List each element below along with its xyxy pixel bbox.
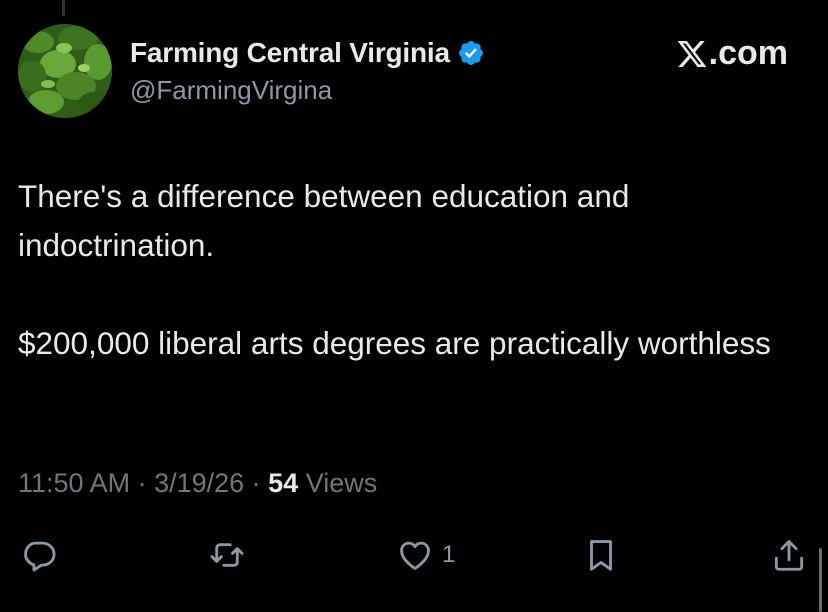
x-logo-icon <box>677 40 707 67</box>
scrollbar[interactable] <box>819 548 822 612</box>
author-display-name[interactable]: Farming Central Virginia <box>130 37 450 69</box>
retweet-button[interactable] <box>208 536 246 574</box>
name-row: Farming Central Virginia <box>130 36 485 70</box>
bookmark-button[interactable] <box>582 536 620 574</box>
share-icon <box>774 540 804 571</box>
tweet-body: There's a difference between education a… <box>18 172 808 368</box>
tweet-date[interactable]: 3/19/26 <box>154 468 244 498</box>
heart-icon <box>400 541 430 570</box>
tweet-meta: 11:50 AM · 3/19/26 · 54 Views <box>18 468 377 499</box>
tweet-paragraph: There's a difference between education a… <box>18 178 630 263</box>
views-label[interactable]: Views <box>298 468 378 498</box>
meta-separator: · <box>244 468 269 498</box>
verified-badge-icon[interactable] <box>457 39 485 67</box>
brand-domain-label: .com <box>708 34 788 72</box>
like-button[interactable]: 1 <box>396 536 455 574</box>
tweet-paragraph: $200,000 liberal arts degrees are practi… <box>18 325 771 361</box>
brand-watermark: .com <box>676 34 788 73</box>
retweet-icon <box>210 543 244 567</box>
avatar-image <box>18 24 112 118</box>
author-handle[interactable]: @FarmingVirgina <box>130 75 485 106</box>
thread-connector-line <box>62 0 65 16</box>
like-count: 1 <box>442 541 456 568</box>
avatar[interactable] <box>18 24 112 118</box>
reply-icon <box>24 541 56 572</box>
share-button[interactable] <box>770 536 808 574</box>
reply-button[interactable] <box>20 536 58 574</box>
bookmark-icon <box>590 540 612 571</box>
meta-separator: · <box>130 468 155 498</box>
views-count[interactable]: 54 <box>268 468 298 498</box>
action-bar: 1 <box>0 536 828 580</box>
tweet-time[interactable]: 11:50 AM <box>18 468 130 498</box>
author-block: Farming Central Virginia @FarmingVirgina <box>130 36 485 106</box>
